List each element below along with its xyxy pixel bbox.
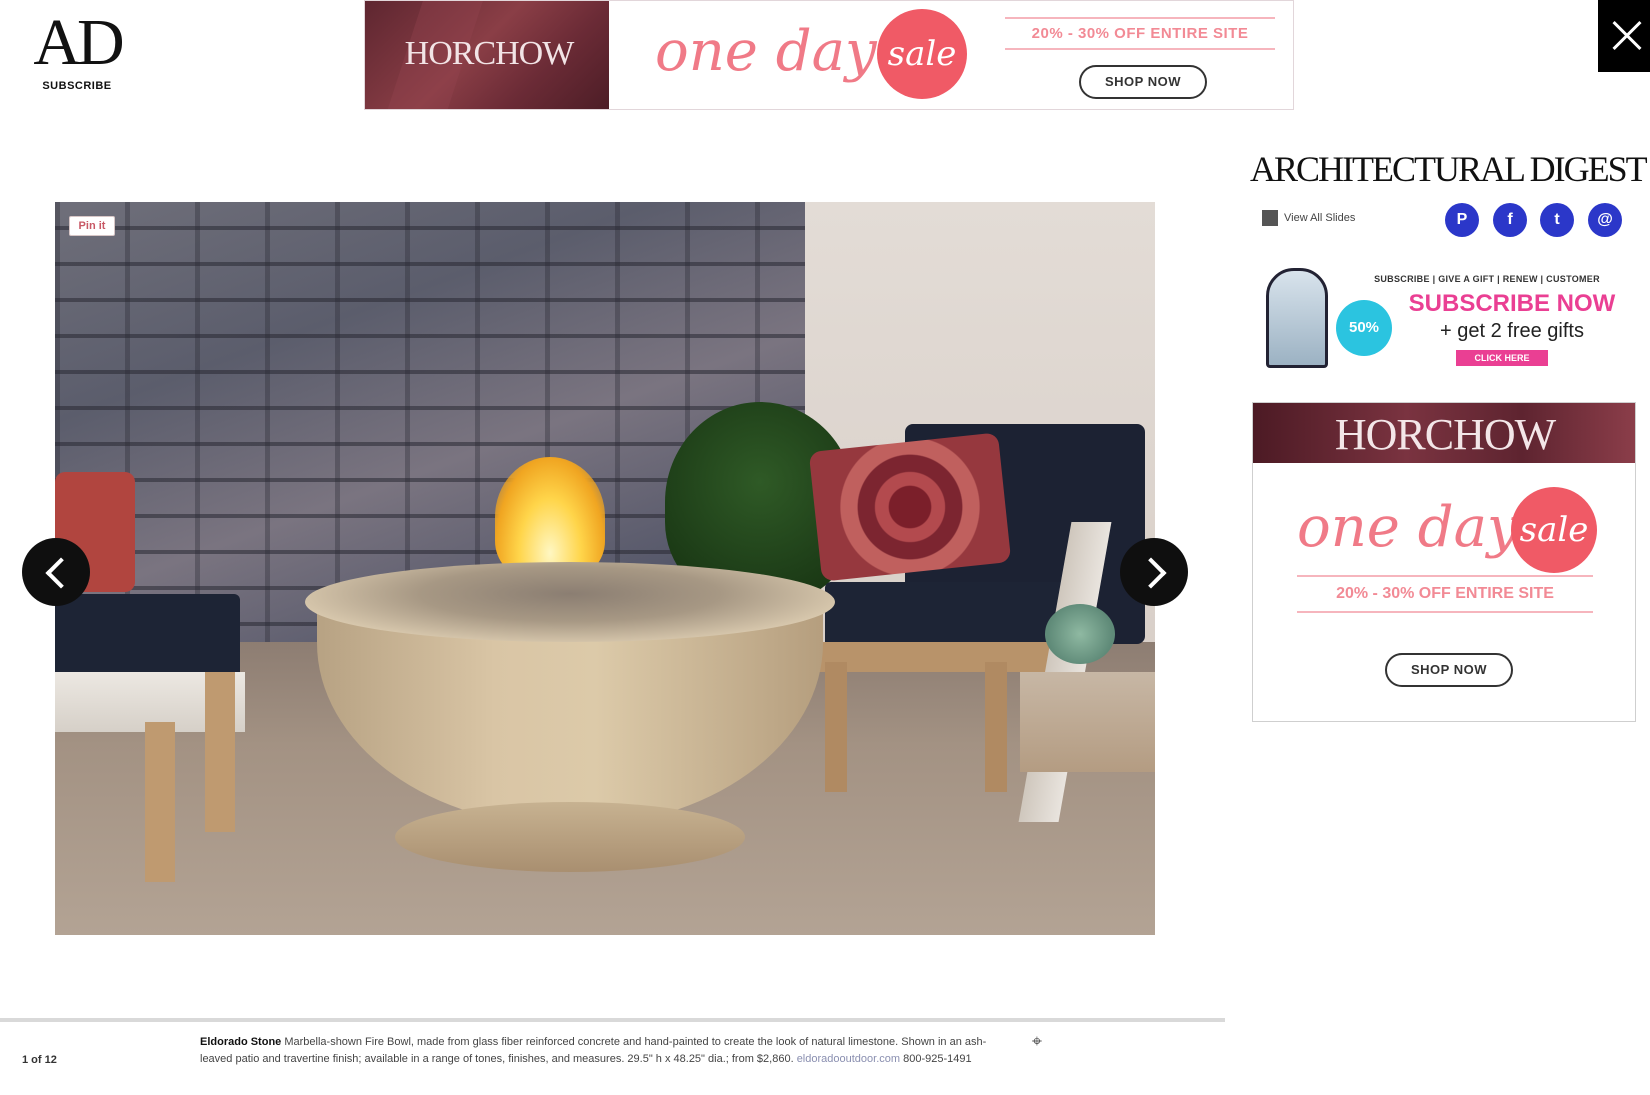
discount-badge: 50%	[1336, 300, 1392, 356]
email-icon[interactable]: @	[1588, 203, 1622, 237]
subscribe-headline: SUBSCRIBE NOW	[1408, 290, 1616, 317]
side-banner-ad[interactable]: HORCHOW one day sale 20% - 30% OFF ENTIR…	[1252, 402, 1636, 722]
subscribe-ad-nav: SUBSCRIBE | GIVE A GIFT | RENEW | CUSTOM…	[1374, 274, 1600, 284]
fire-flame	[495, 457, 605, 577]
next-slide-arrow-icon[interactable]	[1120, 538, 1188, 606]
facebook-icon[interactable]: f	[1493, 203, 1527, 237]
side-ad-script-text: one day	[1297, 495, 1519, 560]
succulent-pot	[1045, 604, 1115, 664]
ad-brand-name: HORCHOW	[404, 35, 575, 72]
previous-slide-arrow-icon[interactable]	[22, 538, 90, 606]
view-all-slides-link[interactable]: View All Slides	[1262, 210, 1355, 226]
top-banner-ad[interactable]: HORCHOW one day sale 20% - 30% OFF ENTIR…	[364, 0, 1294, 110]
slide-counter: 1 of 12	[22, 1054, 57, 1066]
logo-mark: AD	[33, 6, 124, 79]
pinterest-icon[interactable]: P	[1445, 203, 1479, 237]
side-ad-offer-text: 20% - 30% OFF ENTIRE SITE	[1297, 575, 1593, 613]
right-chair-leg	[825, 662, 847, 792]
left-chair-leg	[205, 672, 235, 832]
decorative-pillow	[808, 432, 1012, 582]
caption-title: Eldorado Stone	[200, 1036, 282, 1048]
view-all-label: View All Slides	[1284, 211, 1356, 224]
twitter-icon[interactable]: t	[1540, 203, 1574, 237]
subscribe-link[interactable]: SUBSCRIBE	[22, 80, 132, 92]
caption-phone: 800-925-1491	[903, 1053, 972, 1065]
left-chair-leg	[145, 722, 175, 882]
ad-sale-badge: sale	[877, 9, 967, 99]
right-chair-frame	[815, 642, 1075, 672]
side-ad-sale-badge: sale	[1511, 487, 1597, 573]
subscribe-ad[interactable]: 50% SUBSCRIBE | GIVE A GIFT | RENEW | CU…	[1252, 262, 1637, 374]
caption-divider	[0, 1018, 1225, 1022]
magazine-cover-image	[1266, 268, 1328, 368]
fire-bowl-base	[395, 802, 745, 872]
right-chair-leg	[985, 662, 1007, 792]
subscribe-click-here-button[interactable]: CLICK HERE	[1456, 350, 1548, 366]
pin-icon[interactable]: ⌖	[1026, 1030, 1048, 1052]
side-table	[1020, 672, 1155, 772]
ad-logo[interactable]: AD SUBSCRIBE	[22, 6, 132, 93]
ad-script-text: one day	[655, 19, 877, 84]
close-icon[interactable]	[1598, 0, 1650, 72]
pin-it-badge[interactable]: Pin it	[69, 216, 115, 236]
slide-photo: Pin it	[55, 202, 1155, 935]
fire-bowl-rim	[305, 562, 835, 642]
ad-offer-text: 20% - 30% OFF ENTIRE SITE	[1005, 17, 1275, 50]
publication-title: ARCHITECTURAL DIGEST	[1250, 149, 1648, 189]
caption-link[interactable]: eldoradooutdoor.com	[797, 1053, 900, 1065]
grid-icon	[1262, 210, 1278, 226]
side-ad-brand-name: HORCHOW	[1334, 410, 1556, 459]
slide-caption: Eldorado Stone Marbella-shown Fire Bowl,…	[200, 1034, 1000, 1068]
subscribe-gifts-text: + get 2 free gifts	[1440, 320, 1584, 342]
side-ad-shop-now-button[interactable]: SHOP NOW	[1385, 653, 1513, 687]
ad-shop-now-button[interactable]: SHOP NOW	[1079, 65, 1207, 99]
